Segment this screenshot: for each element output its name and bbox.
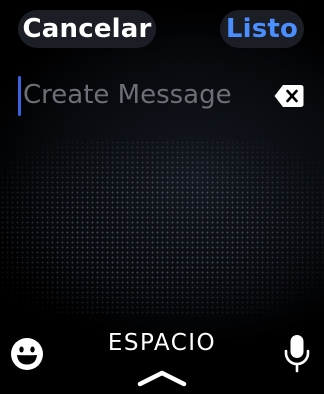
chevron-up-icon[interactable] xyxy=(136,368,188,388)
microphone-icon[interactable] xyxy=(283,334,311,374)
text-cursor xyxy=(18,76,21,116)
space-key[interactable]: ESPACIO xyxy=(92,326,232,360)
backspace-icon[interactable] xyxy=(274,84,304,108)
watch-screen: Cancelar Listo Create Message ESPACIO xyxy=(0,0,324,394)
scribble-area[interactable] xyxy=(0,140,324,315)
done-label: Listo xyxy=(225,14,299,44)
emoji-icon[interactable] xyxy=(9,336,45,372)
message-placeholder: Create Message xyxy=(23,80,232,110)
cancel-label: Cancelar xyxy=(22,14,152,44)
done-button[interactable]: Listo xyxy=(220,10,304,48)
space-label: ESPACIO xyxy=(107,330,217,356)
message-input[interactable]: Create Message xyxy=(18,74,308,118)
cancel-button[interactable]: Cancelar xyxy=(18,10,156,48)
